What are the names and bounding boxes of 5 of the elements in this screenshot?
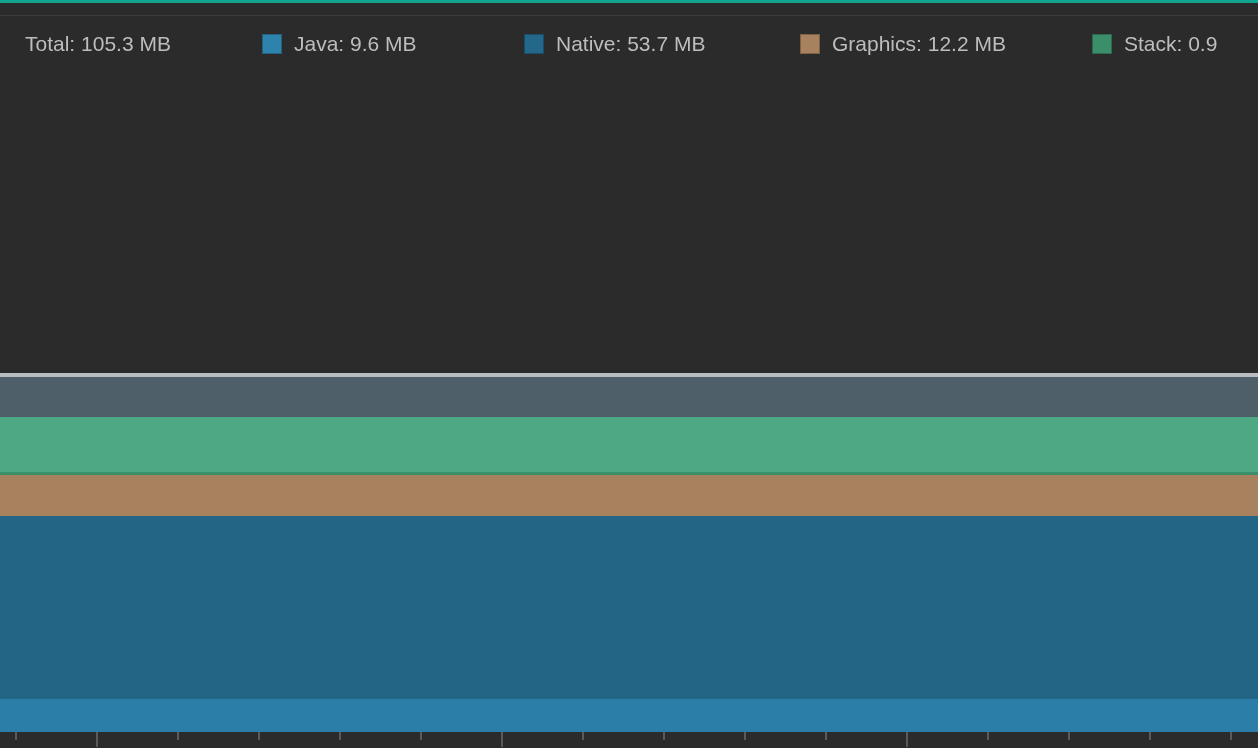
legend-label: Stack: 0.9 bbox=[1124, 31, 1218, 56]
legend-label: Graphics: 12.2 MB bbox=[832, 31, 1006, 56]
legend-label: Java: 9.6 MB bbox=[294, 31, 417, 56]
legend-label: Native: 53.7 MB bbox=[556, 31, 706, 56]
total-label: Total: 105.3 MB bbox=[25, 31, 171, 56]
